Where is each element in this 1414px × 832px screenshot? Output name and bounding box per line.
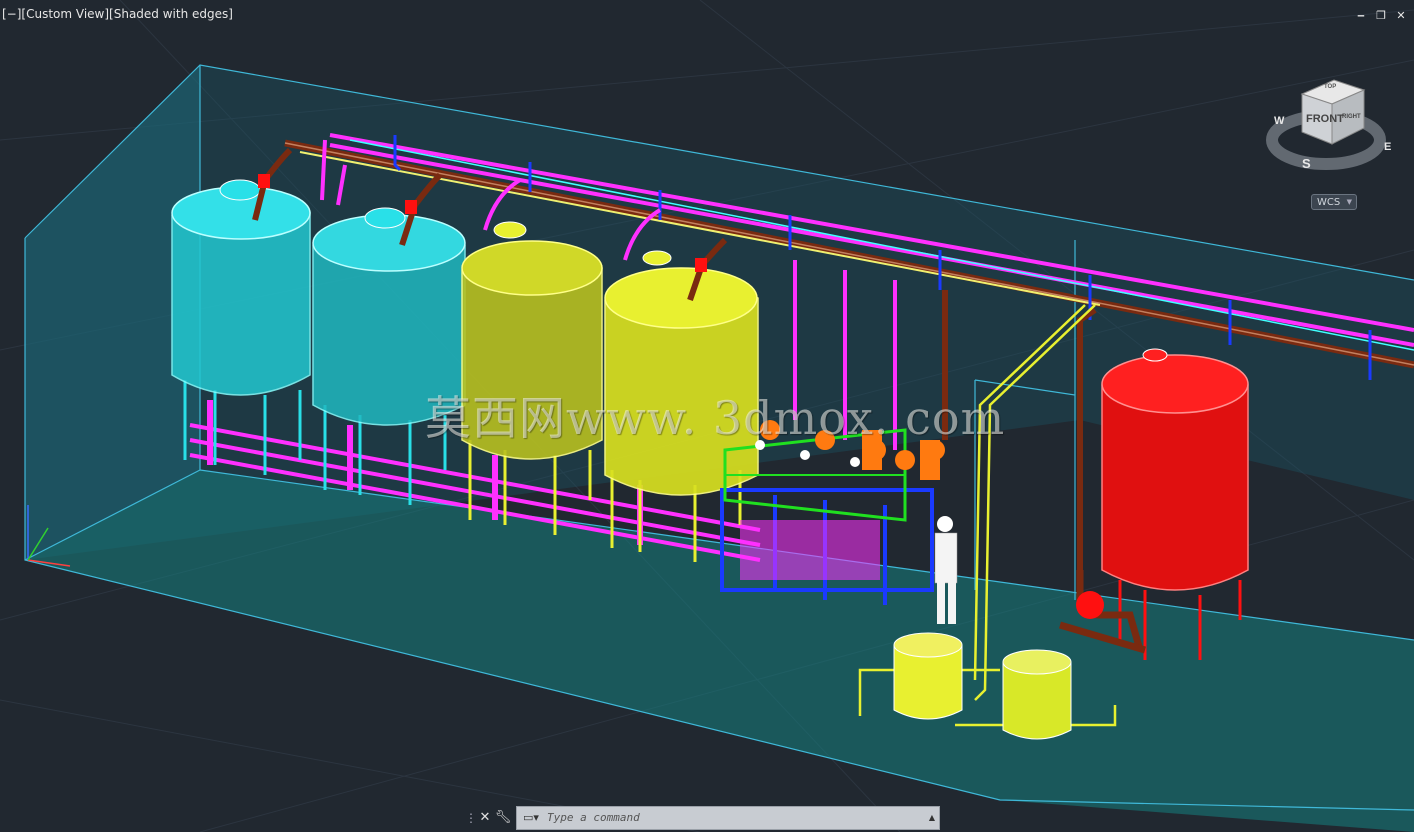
minimize-icon[interactable]: ‒ (1354, 8, 1368, 22)
close-icon[interactable]: ✕ (1394, 8, 1408, 22)
viewcube-top-face[interactable]: TOP (1324, 84, 1336, 90)
wcs-label: WCS (1317, 196, 1341, 208)
wcs-menu-button[interactable]: WCS ▼ (1311, 194, 1357, 210)
compass-west[interactable]: W (1274, 115, 1285, 127)
viewcube-right-face[interactable]: RIGHT (1342, 114, 1361, 120)
compass-south[interactable]: S (1302, 156, 1311, 171)
viewcube-front-face[interactable]: FRONT (1306, 113, 1344, 125)
compass-east[interactable]: E (1384, 141, 1391, 153)
dosing-tank-1[interactable] (893, 632, 963, 720)
watermark-text: 莫西网www. 3dmox. com (425, 391, 1006, 445)
command-input[interactable] (545, 810, 925, 825)
viewcube[interactable]: TOP FRONT RIGHT W S E (1266, 70, 1400, 180)
command-prompt-icon[interactable]: ▭▾ (517, 807, 545, 829)
viewport-controls-label[interactable]: [−][Custom View][Shaded with edges] (2, 7, 233, 21)
command-input-box: ▭▾ ▲ (516, 805, 940, 830)
drag-handle-icon[interactable]: ⋮ (465, 808, 477, 828)
command-line-bar: ⋮ ✕ 🔧︎ ▭▾ ▲ (465, 805, 940, 830)
wrench-icon[interactable]: 🔧︎ (494, 808, 512, 828)
command-history-up-icon[interactable]: ▲ (925, 807, 939, 829)
drawing-viewport[interactable]: [−][Custom View][Shaded with edges] ‒ ❐ … (0, 0, 1414, 832)
viewport-window-controls: ‒ ❐ ✕ (1354, 8, 1408, 22)
restore-icon[interactable]: ❐ (1374, 8, 1388, 22)
chevron-down-icon: ▼ (1346, 198, 1352, 206)
close-icon[interactable]: ✕ (476, 808, 494, 828)
dosing-tank-2[interactable] (1002, 649, 1072, 740)
